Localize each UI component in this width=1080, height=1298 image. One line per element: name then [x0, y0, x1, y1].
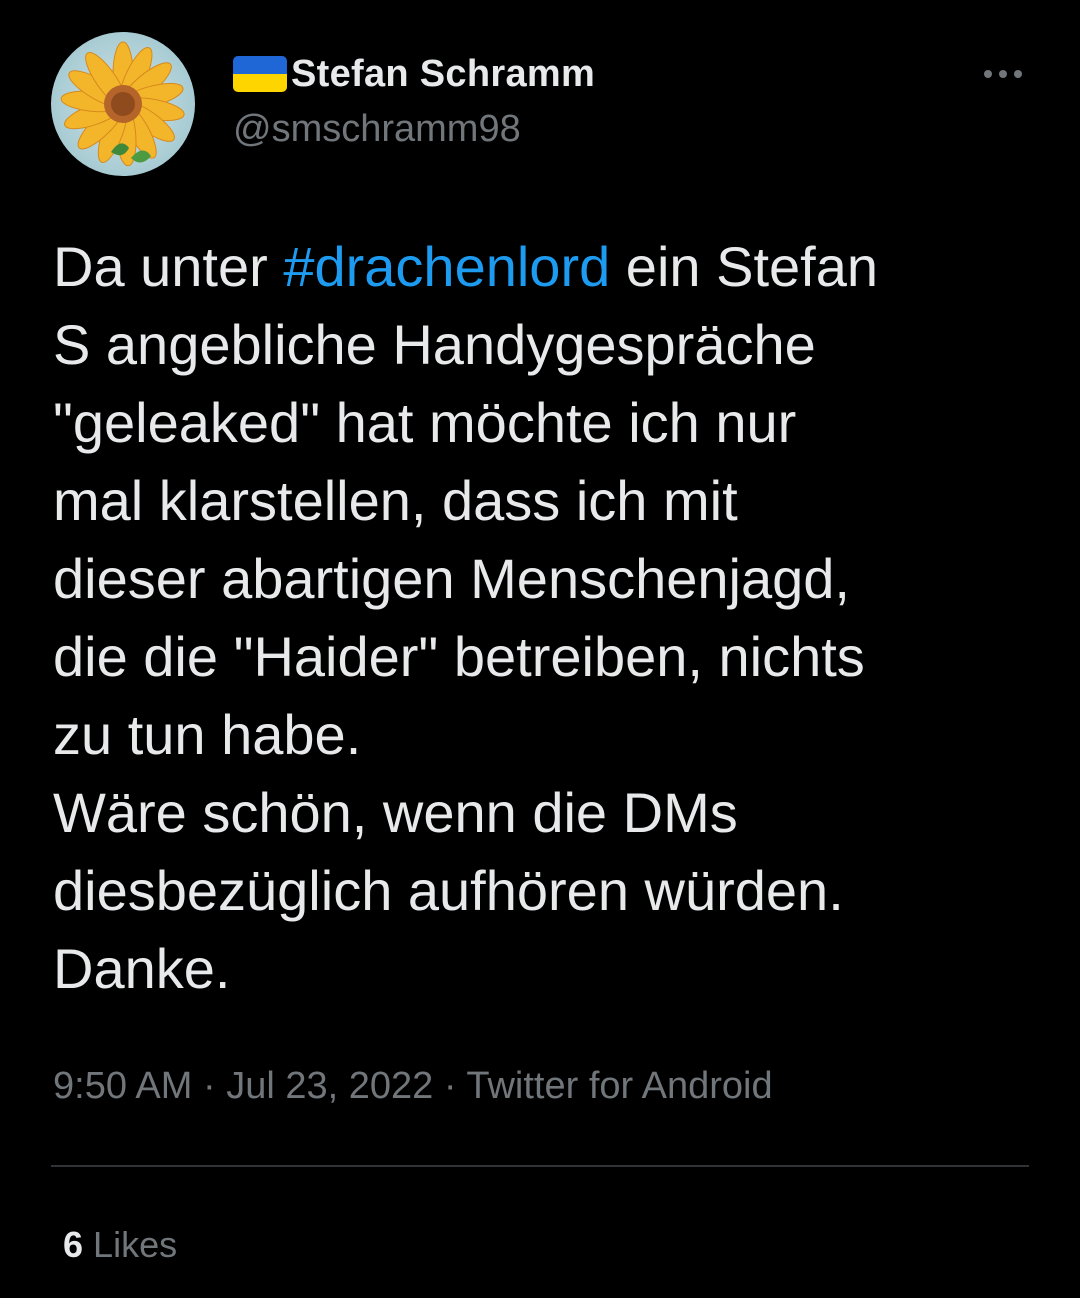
likes-stat[interactable]: 6 Likes: [63, 1224, 177, 1266]
more-options-icon[interactable]: [979, 56, 1027, 92]
sunflower-icon: [51, 32, 195, 176]
tweet-source[interactable]: Twitter for Android: [466, 1065, 772, 1107]
tweet-text-part: ein Stefan S angebliche Handygespräche "…: [53, 235, 878, 1000]
tweet-text: Da unter #drachenlord ein Stefan S angeb…: [53, 228, 1043, 1008]
display-name[interactable]: Stefan Schramm: [291, 53, 595, 96]
tweet-metadata: 9:50 AM · Jul 23, 2022 · Twitter for And…: [53, 1065, 773, 1108]
meta-separator: ·: [433, 1065, 467, 1107]
divider: [51, 1165, 1029, 1167]
likes-label: Likes: [93, 1224, 178, 1265]
likes-count: 6: [63, 1224, 84, 1265]
hashtag-link[interactable]: #drachenlord: [283, 235, 610, 298]
ukraine-flag-icon: [233, 56, 287, 92]
tweet-date[interactable]: Jul 23, 2022: [226, 1065, 433, 1107]
tweet-time[interactable]: 9:50 AM: [53, 1065, 192, 1107]
meta-separator: ·: [192, 1065, 227, 1107]
tweet-text-part: Da unter: [53, 235, 284, 298]
avatar[interactable]: [51, 32, 195, 176]
author-handle[interactable]: @smschramm98: [233, 108, 521, 151]
author-name-row[interactable]: Stefan Schramm: [233, 52, 595, 96]
